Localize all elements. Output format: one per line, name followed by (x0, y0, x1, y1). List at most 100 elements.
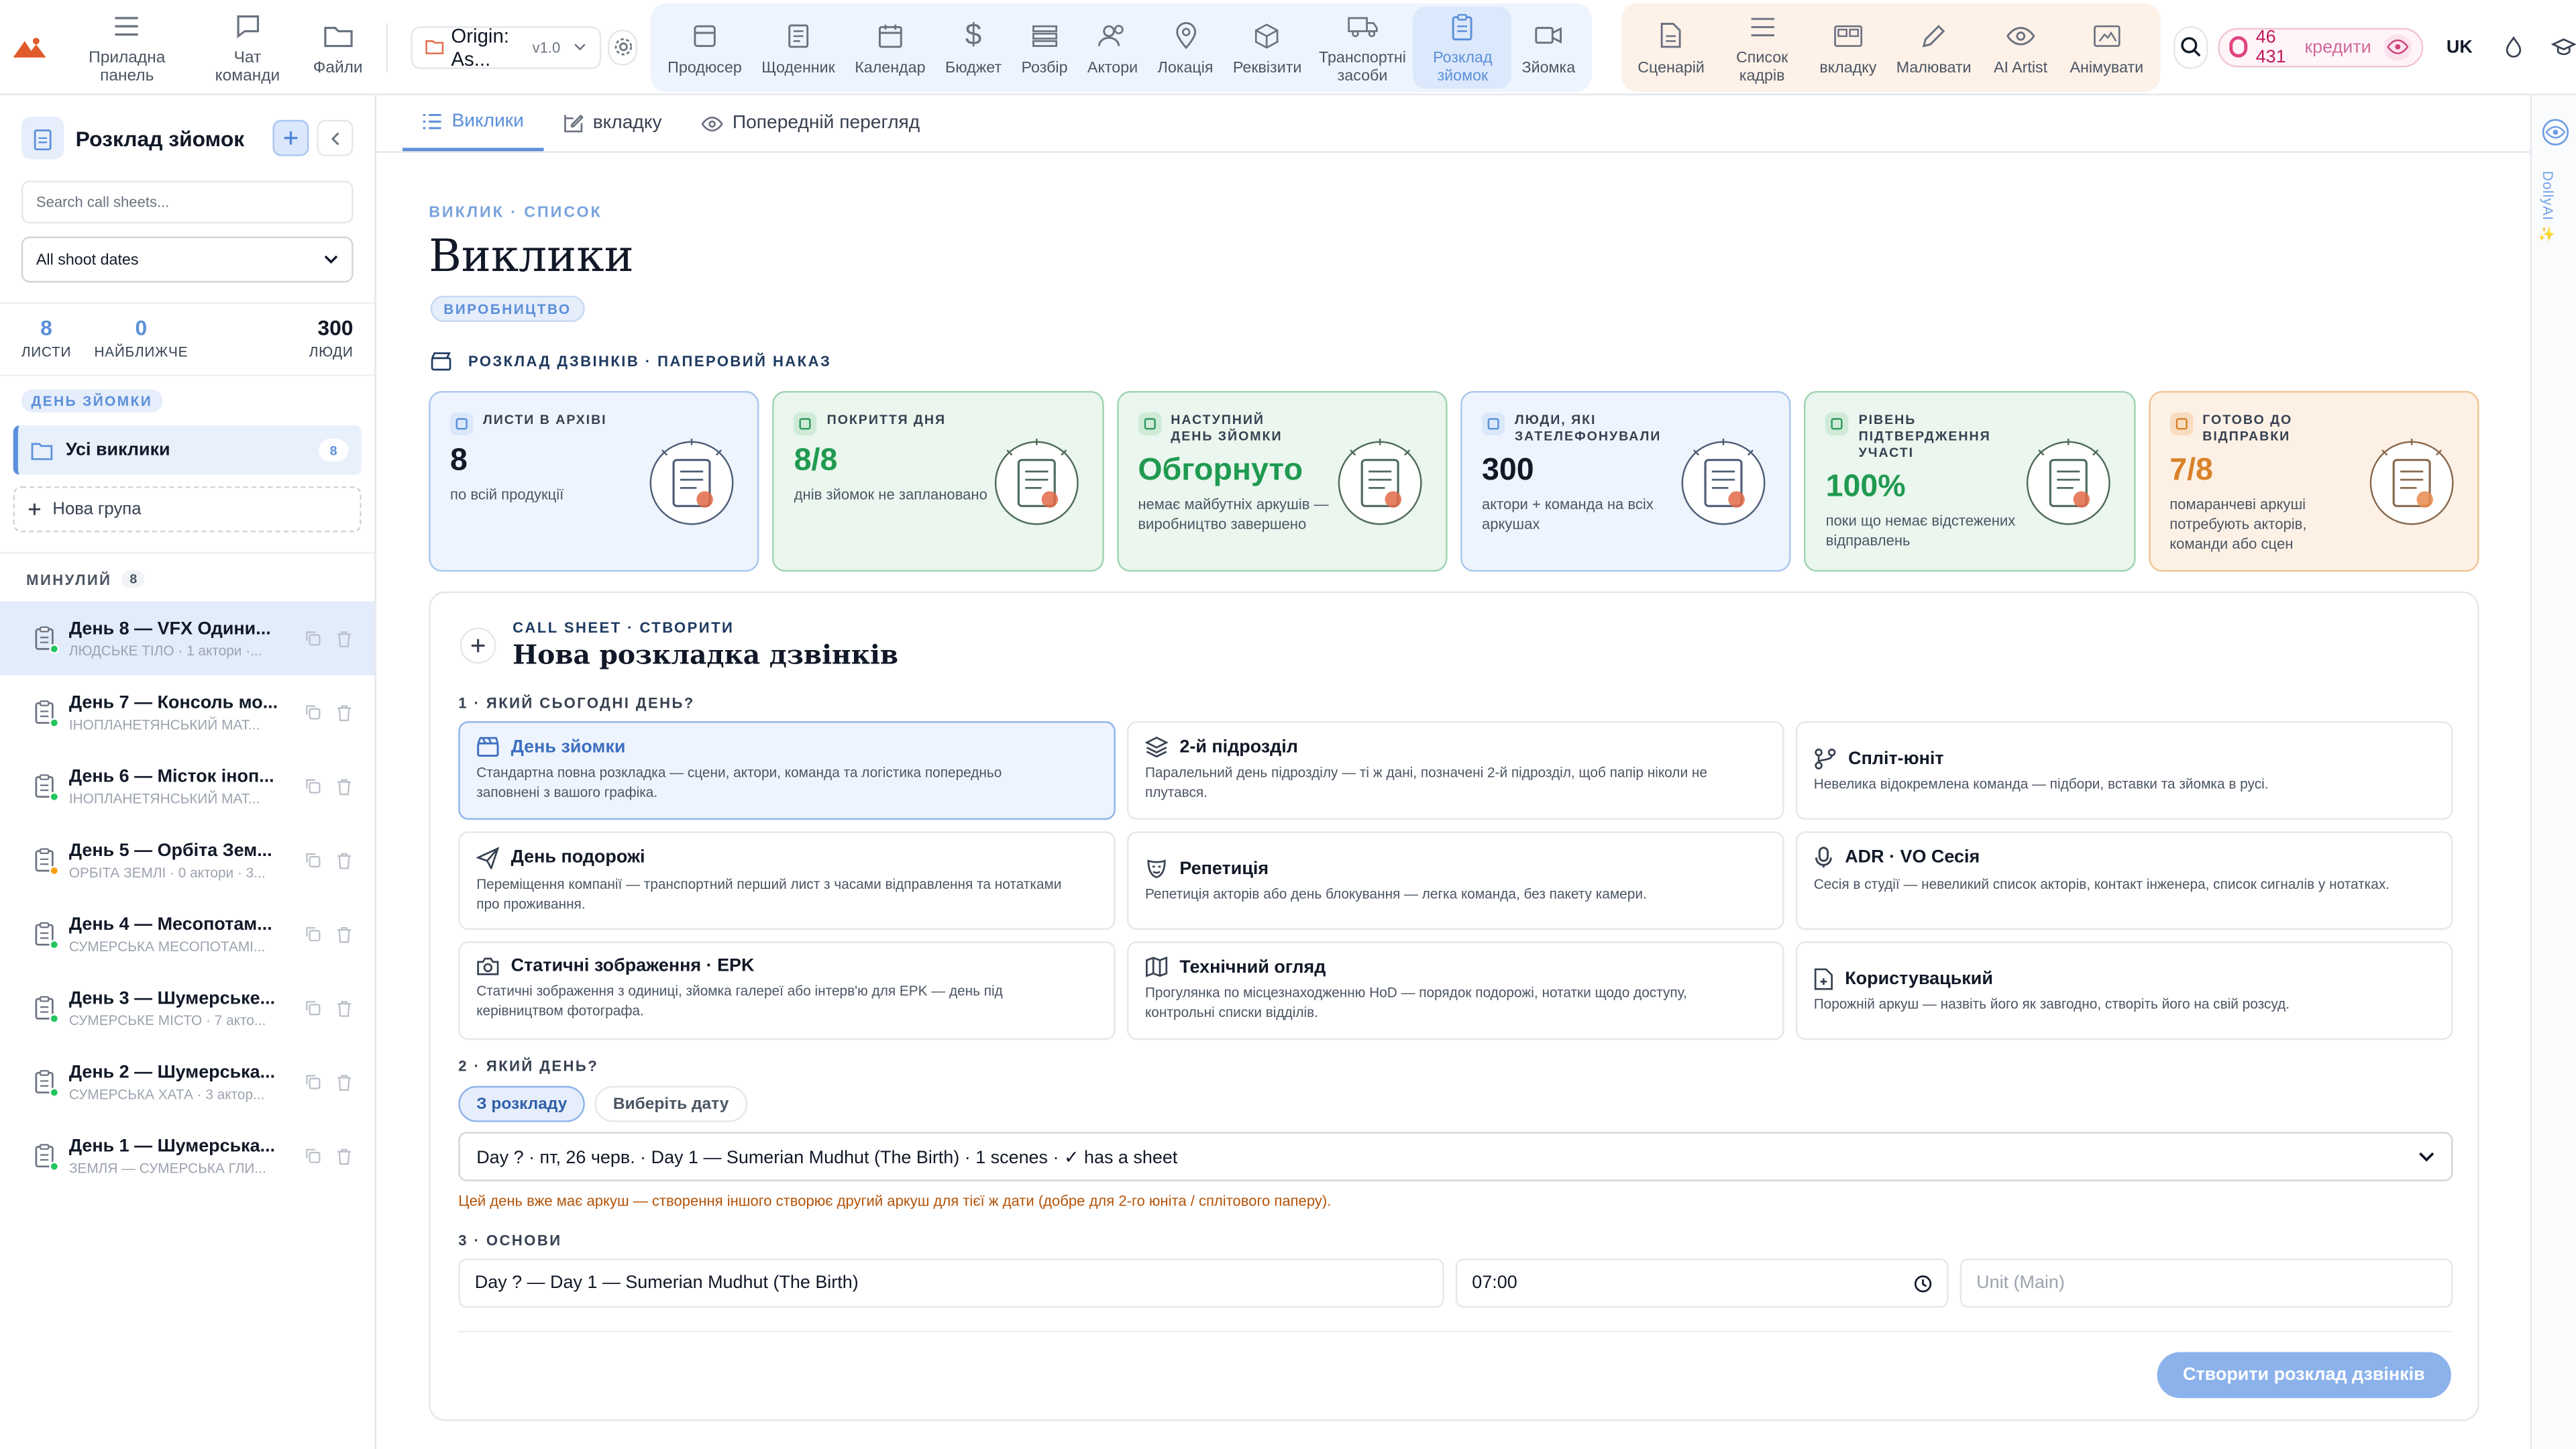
call-sheet-actions (306, 778, 352, 794)
day-type-option[interactable]: Статичні зображення · EPK Статичні зображ… (458, 941, 1116, 1040)
nav-script[interactable]: Сценарій (1628, 6, 1715, 88)
trash-icon[interactable] (337, 704, 352, 720)
day-type-option[interactable]: День подорожі Переміщення компанії — тран… (458, 831, 1116, 930)
shoot-date-filter[interactable]: All shoot dates (21, 236, 354, 283)
past-section-header[interactable]: МИНУЛИЙ 8 (0, 551, 375, 588)
trash-icon[interactable] (337, 1073, 352, 1090)
nav-breakdown[interactable]: Розбір (1012, 6, 1077, 88)
nav-storyboard[interactable]: вкладку (1810, 6, 1886, 88)
kpi-card-sub: поки що немає відстежених відправлень (1825, 513, 2016, 549)
copy-icon[interactable] (306, 926, 321, 942)
layers-icon (1031, 17, 1057, 54)
copy-icon[interactable] (306, 1073, 321, 1089)
add-call-sheet-button[interactable] (272, 119, 309, 156)
assistant-label[interactable]: DollyAI ✨ (2540, 171, 2556, 244)
trash-icon[interactable] (337, 1148, 352, 1164)
language-switch[interactable]: UK (2447, 37, 2473, 56)
day-type-option[interactable]: День зйомки Стандартна повна розкладка — … (458, 721, 1116, 820)
call-sheet-list-item[interactable]: День 7 — Консоль мо... ІНОПЛАНЕТЯНСЬКИЙ М… (0, 676, 374, 749)
tab-editor[interactable]: вкладку (543, 95, 682, 151)
sheet-title-input[interactable]: Day ? — Day 1 — Sumerian Mudhut (The Bir… (458, 1258, 1444, 1308)
copy-icon[interactable] (306, 630, 321, 646)
drop-icon[interactable] (2506, 36, 2522, 58)
kpi-card-sub: актори + команда на всіх аркушах (1481, 496, 1654, 533)
nav-dashboard[interactable]: Приладна панель (59, 6, 195, 88)
clipboard-icon (33, 921, 60, 949)
create-call-sheet-button[interactable]: Створити розклад дзвінків (2156, 1352, 2451, 1399)
call-time-input[interactable]: 07:00 (1455, 1258, 1949, 1308)
copy-icon[interactable] (306, 1148, 321, 1164)
from-schedule-button[interactable]: З розкладу (458, 1085, 586, 1122)
nav-diary[interactable]: Щоденник (751, 6, 845, 88)
section-label: ДЕНЬ ЗЙОМКИ (21, 389, 162, 413)
basics-fields: Day ? — Day 1 — Sumerian Mudhut (The Bir… (458, 1258, 2453, 1308)
eye-icon (2006, 17, 2035, 54)
nav-shot-list[interactable]: Список кадрів (1715, 6, 1810, 88)
trash-icon[interactable] (337, 852, 352, 869)
past-label: МИНУЛИЙ (26, 571, 112, 588)
call-sheet-list-item[interactable]: День 8 — VFX Одини... ЛЮДСЬКЕ ТІЛО · 1 ак… (0, 601, 375, 676)
credits-badge[interactable]: 46 431 кредити (2218, 27, 2424, 67)
graduation-cap-icon[interactable] (2551, 37, 2576, 56)
calendar-icon (877, 17, 903, 54)
all-calls-item[interactable]: Усі виклики 8 (13, 425, 362, 475)
nav-shoot[interactable]: Зйомка (1512, 6, 1585, 88)
nav-label: Бюджет (945, 58, 1002, 76)
search-icon[interactable] (2173, 25, 2208, 68)
camera-icon (476, 956, 499, 975)
call-sheet-title: День 8 — VFX Одини... (68, 619, 271, 639)
nav-draw[interactable]: Малювати (1886, 6, 1981, 88)
nav-producer[interactable]: Продюсер (657, 6, 751, 88)
stat-value: 300 (317, 315, 354, 340)
pick-date-button[interactable]: Виберіть дату (594, 1085, 747, 1122)
nav-ai-artist[interactable]: AI Artist (1981, 6, 2060, 88)
call-sheet-list-item[interactable]: День 3 — Шумерське... СУМЕРСЬКЕ МІСТО · 7… (0, 971, 374, 1044)
nav-cast[interactable]: Актори (1077, 6, 1148, 88)
copy-icon[interactable] (306, 1000, 321, 1016)
day-type-option[interactable]: 2-й підрозділ Паралельний день підрозділу… (1127, 721, 1784, 820)
eye-icon[interactable] (2542, 118, 2570, 146)
nav-vehicles[interactable]: Транспортні засоби (1311, 6, 1413, 88)
trash-icon[interactable] (337, 630, 352, 647)
day-type-option[interactable]: Користувацький Порожній аркуш — назвіть й… (1795, 941, 2453, 1040)
day-type-option[interactable]: Спліт-юніт Невелика відокремлена команда … (1795, 721, 2453, 820)
call-sheet-list-item[interactable]: День 5 — Орбіта Зем... ОРБІТА ЗЕМЛІ · 0 а… (0, 823, 374, 897)
copy-icon[interactable] (306, 852, 321, 868)
app-logo[interactable] (0, 0, 59, 95)
unit-placeholder: Unit (Main) (1976, 1273, 2065, 1293)
call-sheet-list-item[interactable]: День 1 — Шумерська... ЗЕМЛЯ — СУМЕРСЬКА Г… (0, 1119, 374, 1193)
call-sheet-list-item[interactable]: День 4 — Месопотам... СУМЕРСЬКА МЕСОПОТАМ… (0, 897, 374, 971)
nav-files[interactable]: Файли (300, 6, 376, 88)
gear-icon[interactable] (608, 28, 639, 65)
new-group-button[interactable]: Нова група (13, 486, 362, 533)
plus-icon[interactable] (460, 627, 496, 664)
nav-budget[interactable]: $ Бюджет (935, 6, 1012, 88)
trash-icon[interactable] (337, 926, 352, 943)
day-type-option[interactable]: Репетиція Репетиція акторів або день блок… (1127, 831, 1784, 930)
trash-icon[interactable] (337, 778, 352, 794)
nav-props[interactable]: Реквізити (1223, 6, 1311, 88)
copy-icon[interactable] (306, 704, 321, 720)
nav-animate[interactable]: Анімувати (2060, 6, 2153, 88)
nav-team-chat[interactable]: Чат команди (195, 6, 300, 88)
call-sheet-list-item[interactable]: День 6 — Місток іноп... ІНОПЛАНЕТЯНСЬКИЙ … (0, 749, 374, 823)
nav-call-sheets[interactable]: Розклад зйомок (1413, 5, 1512, 89)
search-input[interactable]: Search call sheets... (21, 180, 354, 224)
card-illustration-icon (994, 438, 1078, 525)
call-sheet-list-item[interactable]: День 2 — Шумерська... СУМЕРСЬКА ХАТА · 3 … (0, 1045, 374, 1119)
tab-calls[interactable]: Виклики (402, 95, 544, 152)
nav-location[interactable]: Локація (1148, 6, 1223, 88)
tab-preview[interactable]: Попередній перегляд (682, 95, 940, 151)
stat-sheets: 8 ЛИСТИ (21, 315, 71, 374)
collapse-sidebar-button[interactable] (317, 119, 354, 156)
call-sheet-actions (306, 704, 352, 720)
trash-icon[interactable] (337, 1000, 352, 1016)
nav-calendar[interactable]: Календар (845, 6, 936, 88)
project-selector[interactable]: Origin: As... v1.0 (410, 24, 602, 70)
unit-input[interactable]: Unit (Main) (1960, 1258, 2453, 1308)
clock-icon[interactable] (1914, 1274, 1932, 1292)
copy-icon[interactable] (306, 778, 321, 794)
shoot-day-select[interactable]: Day ? · пт, 26 черв. · Day 1 — Sumerian … (458, 1132, 2453, 1181)
day-type-option[interactable]: Технічний огляд Прогулянка по місцезнаход… (1127, 941, 1784, 1040)
day-type-option[interactable]: ADR · VO Сесія Сесія в студії — невеликий… (1795, 831, 2453, 930)
